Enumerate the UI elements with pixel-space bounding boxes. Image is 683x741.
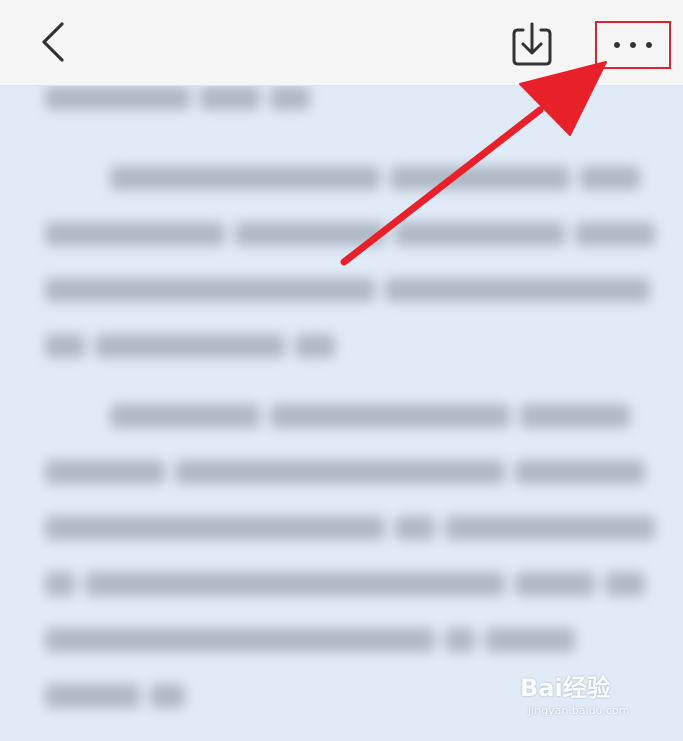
text-line xyxy=(45,516,655,540)
text-line xyxy=(110,166,640,190)
text-line xyxy=(45,334,335,358)
text-line xyxy=(45,628,575,652)
text-line xyxy=(45,572,645,596)
top-toolbar xyxy=(0,0,683,86)
text-line xyxy=(45,278,650,302)
back-button[interactable] xyxy=(30,18,78,66)
text-line xyxy=(45,86,310,110)
text-line xyxy=(45,684,185,708)
text-line xyxy=(110,404,630,428)
more-options-button[interactable] xyxy=(595,21,671,69)
blurred-document-content xyxy=(0,86,683,741)
download-button[interactable] xyxy=(506,18,558,70)
text-line xyxy=(45,222,655,246)
chevron-left-icon xyxy=(42,22,64,62)
text-line xyxy=(45,460,645,484)
watermark-url: jingyan.baidu.com xyxy=(528,704,630,717)
more-horizontal-icon xyxy=(614,42,652,48)
download-icon xyxy=(512,22,552,66)
baidu-jingyan-watermark: Bai经验 jingyan.baidu.com xyxy=(520,668,650,726)
watermark-logo: Bai经验 xyxy=(520,674,611,702)
